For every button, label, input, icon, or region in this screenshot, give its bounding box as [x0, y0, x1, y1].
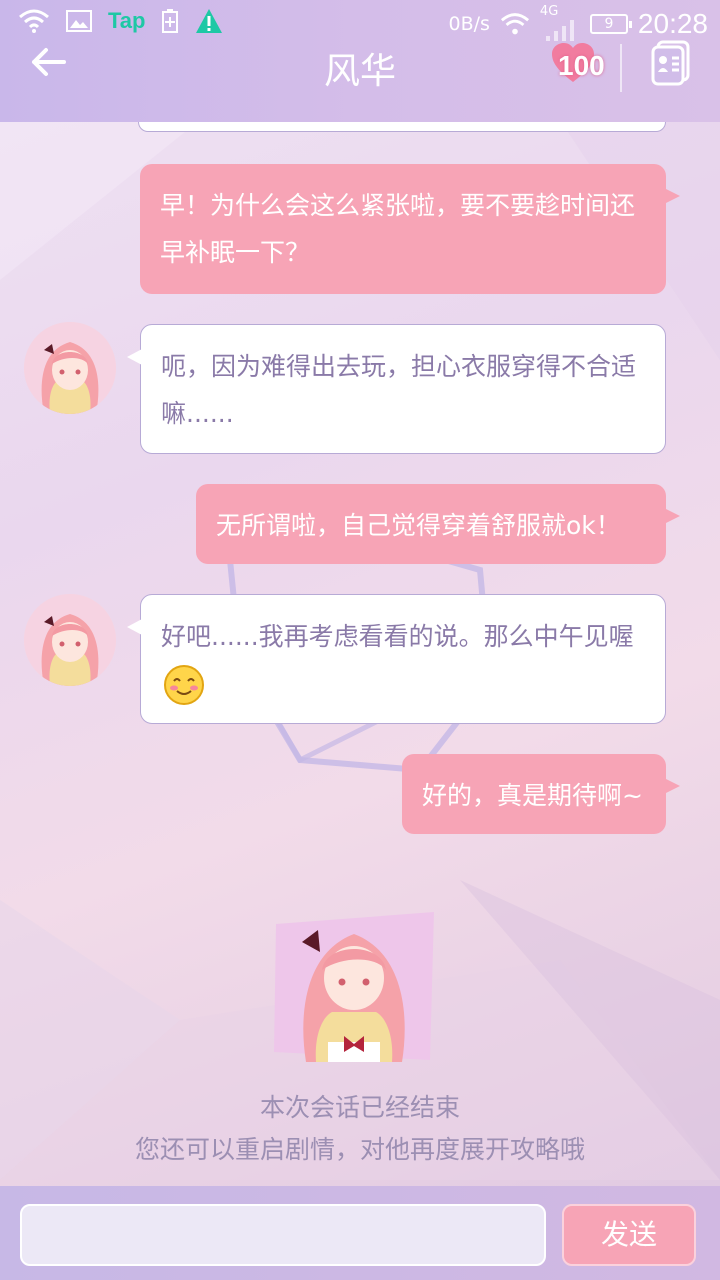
outgoing-message: 早！为什么会这么紧张啦，要不要趁时间还早补眠一下？: [140, 164, 680, 294]
character-portrait: [272, 912, 436, 1062]
avatar[interactable]: [24, 322, 116, 414]
avatar[interactable]: [24, 594, 116, 686]
warning-icon: [196, 9, 223, 33]
outgoing-message: 好的，真是期待啊~: [402, 754, 680, 834]
app-header: Tap 0B/s 4G 9 20:28 风华 100: [0, 0, 720, 122]
message-text: 呃，因为难得出去玩，担心衣服穿得不合适嘛......: [161, 352, 637, 428]
character-avatar-icon: [24, 322, 116, 414]
profile-card-icon: [651, 40, 690, 86]
status-bar-left: Tap: [18, 8, 223, 34]
restart-hint: 您还可以重启剧情，对他再度展开攻略哦: [134, 1135, 585, 1164]
tap-app-icon: Tap: [108, 8, 146, 33]
incoming-message: 好吧......我再考虑看看的说。那么中午见喔: [127, 594, 666, 724]
affection-value: 100: [558, 50, 605, 81]
character-avatar-icon: [24, 594, 116, 686]
header-divider: [620, 44, 622, 92]
image-icon: [66, 10, 92, 32]
clock: 20:28: [637, 8, 708, 39]
smile-emoji-icon: [164, 665, 204, 705]
message-text: 早！为什么会这么紧张啦，要不要趁时间还早补眠一下？: [160, 191, 636, 267]
composer-bar: 发送: [0, 1186, 720, 1280]
message-input[interactable]: [20, 1204, 546, 1266]
message-text: 好的，真是期待啊~: [422, 781, 643, 810]
incoming-message: 呃，因为难得出去玩，担心衣服穿得不合适嘛......: [127, 324, 666, 454]
session-ended-notice: 本次会话已经结束: [259, 1093, 460, 1122]
previous-message-bubble: [138, 122, 666, 132]
wifi-icon: [500, 13, 529, 35]
status-bar-right: 0B/s 4G 9 20:28: [448, 4, 708, 42]
chat-area[interactable]: 早！为什么会这么紧张啦，要不要趁时间还早补眠一下？ 呃，因为难得出去玩，担心衣服…: [0, 122, 720, 1182]
send-button[interactable]: 发送: [562, 1204, 696, 1266]
battery-indicator: 9: [589, 14, 632, 34]
outgoing-message: 无所谓啦，自己觉得穿着舒服就ok！: [196, 484, 680, 564]
message-text: 无所谓啦，自己觉得穿着舒服就ok！: [216, 511, 621, 540]
message-text: 好吧......我再考虑看看的说。那么中午见喔: [161, 622, 634, 651]
affection-badge[interactable]: 100: [548, 40, 618, 90]
profile-card-button[interactable]: [650, 40, 692, 86]
battery-charging-icon: [162, 9, 179, 33]
wifi-icon: [19, 9, 49, 33]
net-speed: 0B/s: [448, 13, 490, 35]
character-portrait-icon: [274, 912, 434, 1062]
cellular-signal-icon: 4G: [540, 4, 580, 42]
